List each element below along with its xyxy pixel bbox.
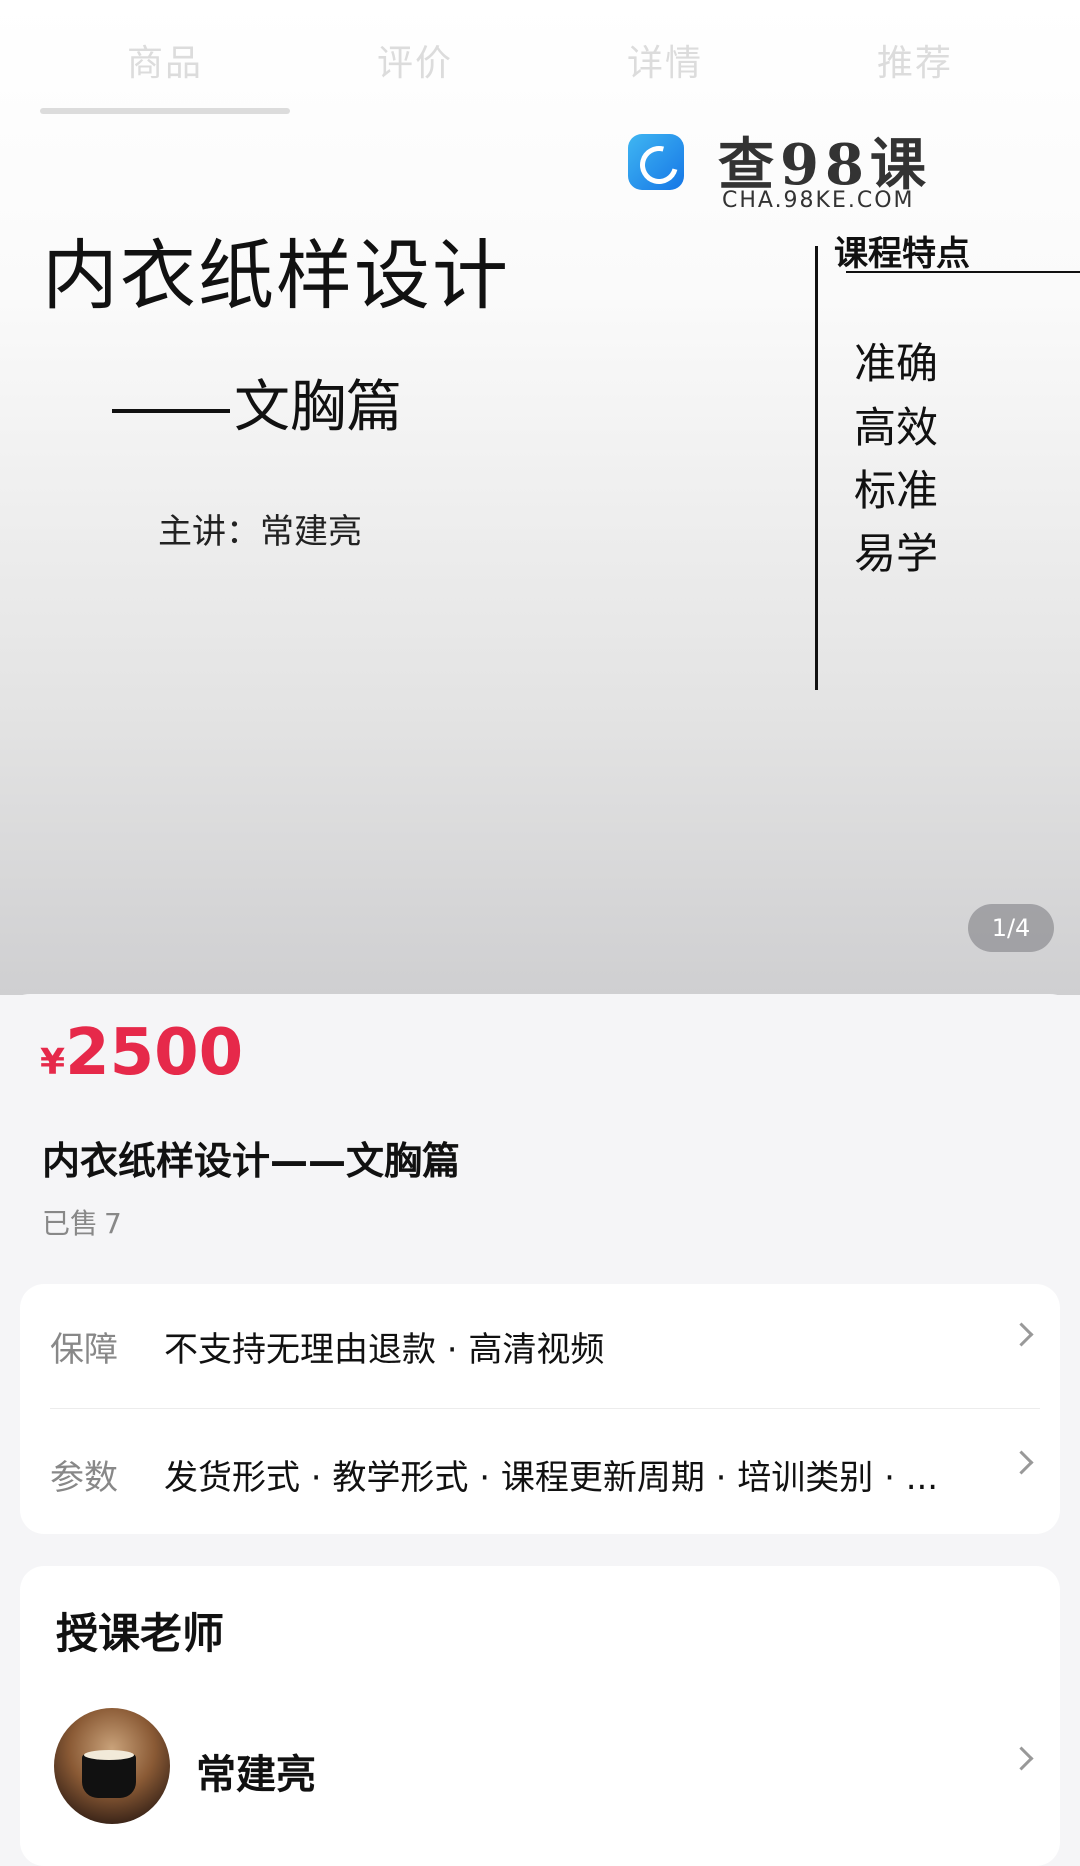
tab-product[interactable]: 商品 xyxy=(40,34,290,86)
sold-number: 7 xyxy=(104,1207,122,1240)
gallery-counter: 1/4 xyxy=(968,904,1054,952)
chevron-right-icon xyxy=(1009,1450,1034,1475)
price-amount: 2500 xyxy=(65,1016,244,1090)
watermark-url: CHA.98KE.COM xyxy=(722,188,915,213)
teacher-name: 常建亮 xyxy=(196,1752,316,1798)
feature-item: 标准 xyxy=(854,466,939,515)
teacher-card: 授课老师 常建亮 xyxy=(20,1566,1060,1866)
teacher-row[interactable] xyxy=(20,1706,1060,1826)
price: ¥2500 xyxy=(40,1016,243,1090)
watermark-logo-icon xyxy=(628,134,685,191)
sold-label: 已售 xyxy=(42,1207,99,1240)
feature-item: 准确 xyxy=(854,339,939,388)
currency-symbol: ¥ xyxy=(40,1042,66,1083)
features-title: 课程特点 xyxy=(834,234,970,274)
slide-title: 内衣纸样设计 xyxy=(42,231,510,320)
slide-subtitle-text: 文胸篇 xyxy=(234,375,402,440)
product-title: 内衣纸样设计——文胸篇 xyxy=(42,1139,461,1183)
params-label: 参数 xyxy=(50,1458,118,1498)
guarantee-value: 不支持无理由退款 · 高清视频 xyxy=(164,1330,605,1370)
params-value: 发货形式 · 教学形式 · 课程更新周期 · 培训类别 · ... xyxy=(164,1458,939,1498)
product-info-sheet: ¥2500 内衣纸样设计——文胸篇 已售 7 保障 不支持无理由退款 · 高清视频… xyxy=(0,994,1080,1866)
feature-item: 高效 xyxy=(854,403,939,452)
features-underline xyxy=(846,271,1080,273)
guarantee-row[interactable]: 保障 不支持无理由退款 · 高清视频 xyxy=(20,1284,1060,1404)
tab-recommend[interactable]: 推荐 xyxy=(790,34,1040,86)
active-tab-indicator xyxy=(40,108,290,114)
divider xyxy=(50,1408,1040,1409)
sold-count: 已售 7 xyxy=(42,1202,122,1242)
tab-details[interactable]: 详情 xyxy=(540,34,790,86)
slide-divider xyxy=(815,246,818,690)
slide-subtitle: 文胸篇 xyxy=(112,362,402,443)
tab-reviews[interactable]: 评价 xyxy=(290,34,540,86)
chevron-right-icon xyxy=(1009,1322,1034,1347)
guarantee-label: 保障 xyxy=(50,1330,118,1370)
params-row[interactable]: 参数 发货形式 · 教学形式 · 课程更新周期 · 培训类别 · ... xyxy=(20,1412,1060,1532)
chevron-right-icon xyxy=(1009,1746,1034,1771)
top-tab-bar: 商品 评价 详情 推荐 xyxy=(0,24,1080,114)
dash-line xyxy=(112,408,230,413)
info-card: 保障 不支持无理由退款 · 高清视频 参数 发货形式 · 教学形式 · 课程更新… xyxy=(20,1284,1060,1534)
product-image-gallery[interactable]: 商品 评价 详情 推荐 查98课 CHA.98KE.COM 内衣纸样设计 文胸篇… xyxy=(0,0,1080,995)
slide-speaker: 主讲：常建亮 xyxy=(158,512,362,552)
avatar xyxy=(54,1708,170,1824)
teacher-heading: 授课老师 xyxy=(56,1609,225,1658)
feature-item: 易学 xyxy=(854,529,939,578)
